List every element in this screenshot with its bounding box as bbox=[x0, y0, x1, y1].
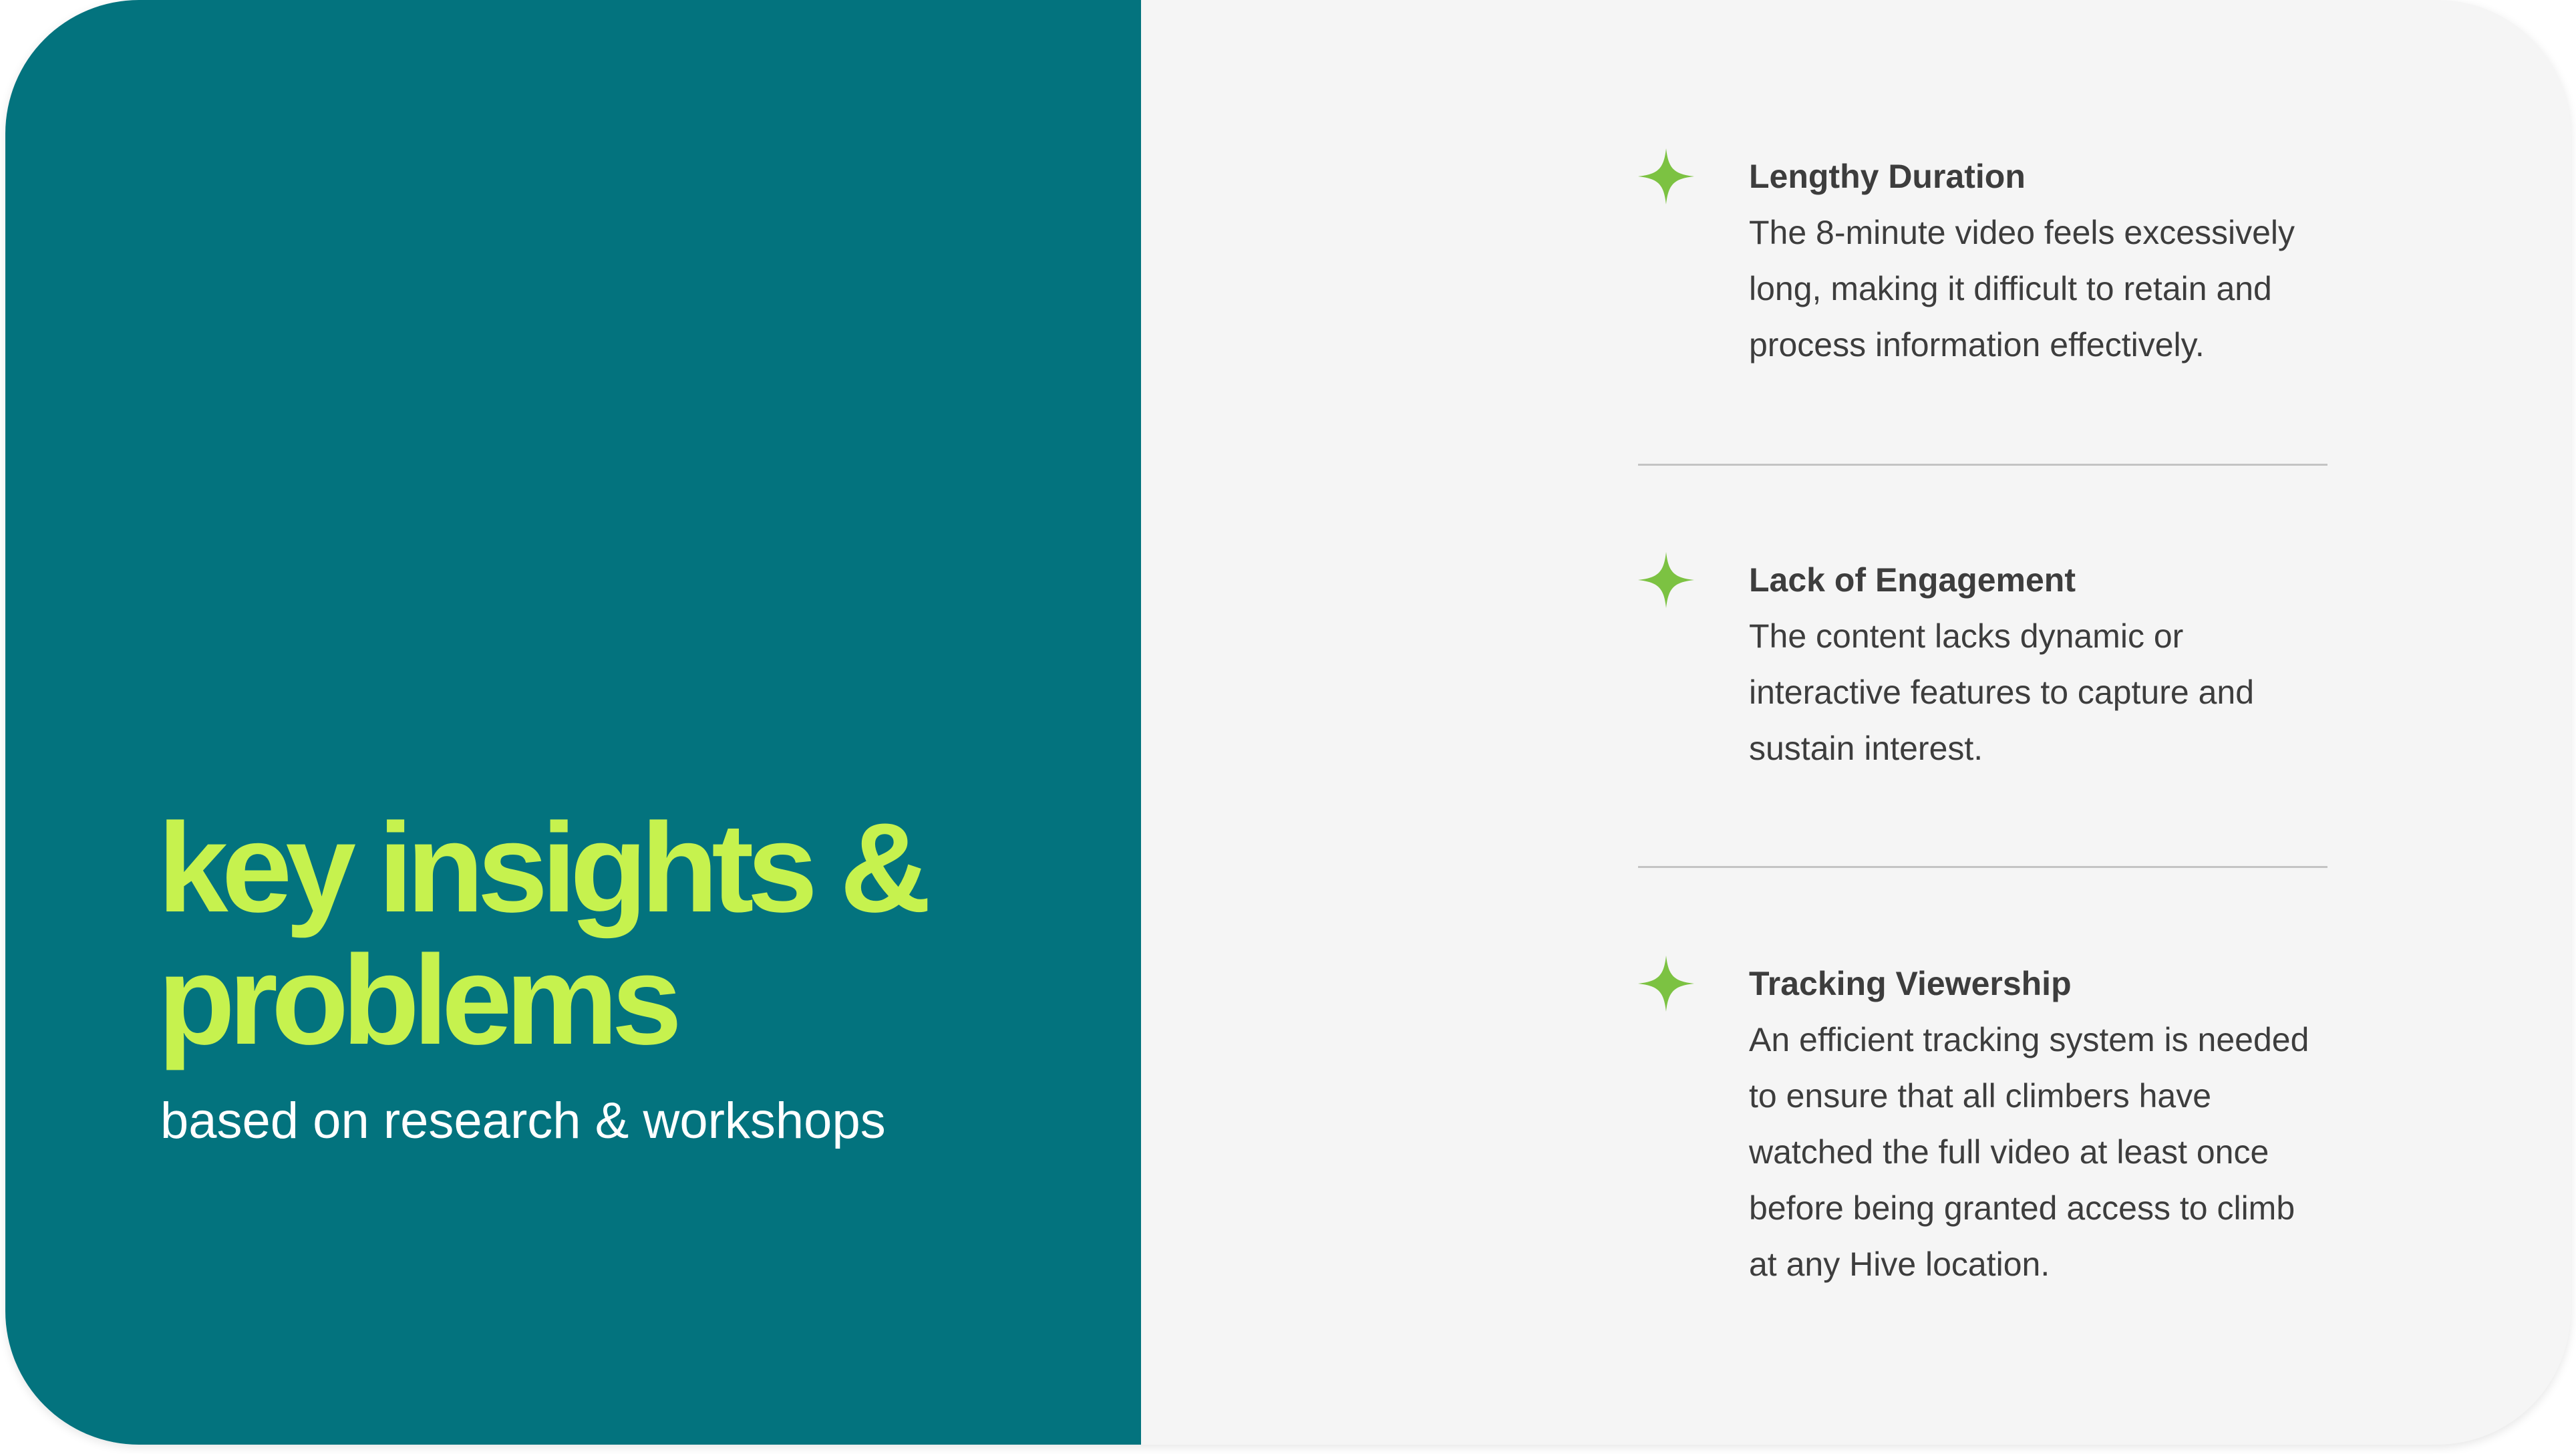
divider bbox=[1638, 464, 2327, 466]
insights-list: Lengthy Duration The 8-minute video feel… bbox=[1638, 0, 2333, 1445]
slide-card: key insights & problems based on researc… bbox=[5, 0, 2571, 1445]
insight-description-line: long, making it difficult to retain and bbox=[1749, 270, 2272, 307]
insight-description-line: before being granted access to climb bbox=[1749, 1189, 2295, 1227]
insight-text: Tracking Viewership An efficient trackin… bbox=[1749, 956, 2350, 1292]
insight-description-line: An efficient tracking system is needed bbox=[1749, 1021, 2309, 1058]
sparkle-icon bbox=[1638, 552, 1694, 608]
page-title: key insights & problems bbox=[158, 802, 1120, 1066]
insight-description-line: sustain interest. bbox=[1749, 730, 1983, 767]
insight-description-line: at any Hive location. bbox=[1749, 1246, 2050, 1283]
insight-description-line: The content lacks dynamic or bbox=[1749, 617, 2184, 655]
insight-text: Lack of Engagement The content lacks dyn… bbox=[1749, 552, 2350, 776]
divider bbox=[1638, 866, 2327, 868]
page-subtitle: based on research & workshops bbox=[160, 1093, 886, 1149]
insight-description-line: watched the full video at least once bbox=[1749, 1133, 2269, 1171]
sparkle-icon bbox=[1638, 148, 1694, 204]
page-title-line: key insights & bbox=[158, 797, 931, 939]
insight-description-line: The 8-minute video feels excessively bbox=[1749, 214, 2295, 251]
insight-text: Lengthy Duration The 8-minute video feel… bbox=[1749, 148, 2350, 373]
insight-description-line: to ensure that all climbers have bbox=[1749, 1077, 2212, 1115]
title-panel: key insights & problems based on researc… bbox=[5, 0, 1141, 1445]
sparkle-icon bbox=[1638, 956, 1694, 1012]
insight-title: Lengthy Duration bbox=[1749, 158, 2026, 195]
insight-description-line: process information effectively. bbox=[1749, 326, 2205, 364]
insight-description-line: interactive features to capture and bbox=[1749, 674, 2255, 711]
page-title-line: problems bbox=[158, 929, 682, 1071]
insight-title: Lack of Engagement bbox=[1749, 561, 2076, 599]
insight-title: Tracking Viewership bbox=[1749, 965, 2072, 1002]
